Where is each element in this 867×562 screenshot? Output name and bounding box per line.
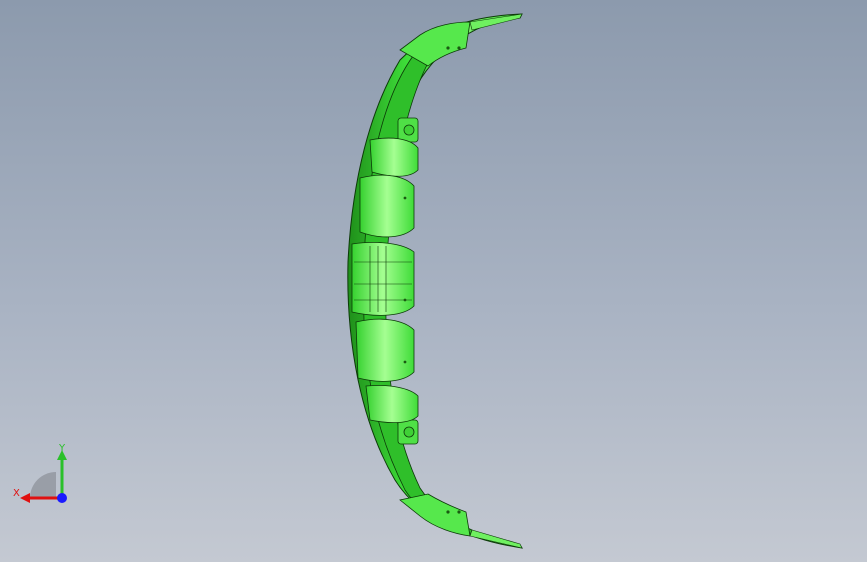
bottom-end-cap [399,493,471,537]
diffuser-pod-5 [365,385,419,424]
diffuser-pod-4 [355,318,415,382]
x-axis-label: X [13,488,20,499]
diffuser-pod-2 [359,174,415,238]
x-axis-arrow [20,493,30,503]
y-axis-label: Y [58,443,66,454]
bumper-model[interactable] [0,0,867,562]
reference-triad: Y X [13,443,67,503]
diffuser-pod-1 [369,137,419,177]
bottom-mount-boss [397,419,419,445]
top-mount-boss [397,117,419,143]
triad-plane [30,472,56,498]
z-axis-dot [57,493,67,503]
graphics-viewport[interactable]: Y X [0,0,867,562]
bottom-tip [469,529,523,549]
diffuser-pod-center [351,242,415,316]
